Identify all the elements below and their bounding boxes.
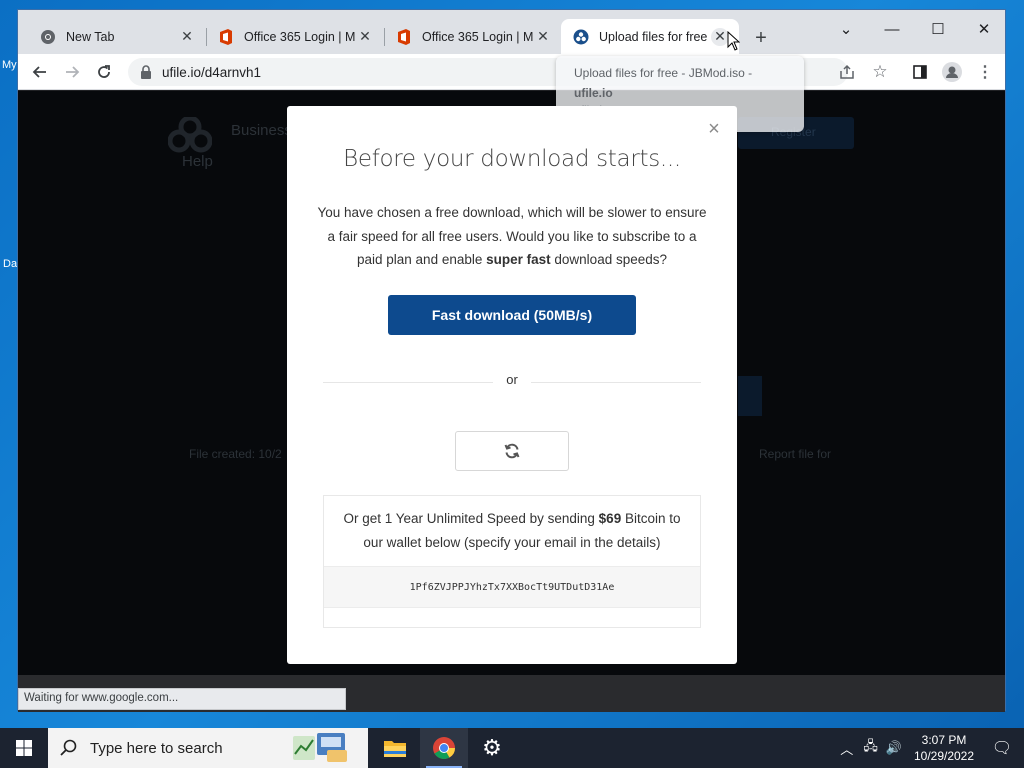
folder-icon: [384, 741, 406, 757]
ufile-logo-icon: [168, 117, 212, 153]
avatar-icon: [942, 62, 962, 82]
close-icon[interactable]: ✕: [178, 28, 196, 46]
refresh-icon: [504, 443, 520, 459]
wallet-address[interactable]: 1Pf6ZVJPPJYhzTx7XXBocTt9UTDutD31Ae: [324, 566, 700, 608]
share-icon: [840, 64, 854, 79]
back-button[interactable]: [26, 58, 54, 86]
bitcoin-offer-box: Or get 1 Year Unlimited Speed by sending…: [323, 495, 701, 628]
reload-button[interactable]: [90, 58, 118, 86]
desktop-icon-label[interactable]: My: [2, 59, 17, 71]
modal-text-bold: super fast: [486, 252, 551, 267]
gear-icon: ⚙: [482, 735, 502, 760]
tab-new-tab[interactable]: New Tab ✕: [28, 19, 206, 54]
bookmark-button[interactable]: ☆: [866, 58, 894, 86]
nav-help[interactable]: Help: [182, 153, 213, 170]
close-icon[interactable]: ×: [705, 118, 723, 140]
or-label: or: [506, 372, 518, 387]
tab-strip: New Tab ✕ Office 365 Login | Mi ✕ Office…: [18, 10, 1005, 54]
windows-icon: [16, 740, 32, 756]
start-button[interactable]: [0, 728, 48, 768]
search-highlight-icon: [293, 733, 347, 762]
settings-button[interactable]: ⚙: [468, 728, 516, 768]
desktop-icon-label[interactable]: Da: [3, 258, 17, 270]
lock-icon: [141, 65, 151, 79]
new-tab-button[interactable]: +: [749, 26, 773, 50]
divider: [531, 382, 701, 383]
modal-description: You have chosen a free download, which w…: [317, 201, 707, 272]
hover-card-title: Upload files for free - JBMod.iso -: [574, 66, 753, 80]
mouse-cursor-icon: [727, 31, 740, 51]
network-icon[interactable]: 🖧: [863, 737, 878, 759]
tab-upload-files[interactable]: Upload files for free ✕: [561, 19, 739, 54]
status-bubble: Waiting for www.google.com...: [18, 688, 346, 710]
modal-text-part: download speeds?: [550, 252, 667, 267]
url-text: ufile.io/d4arnvh1: [162, 64, 262, 80]
browser-toolbar: ufile.io/d4arnvh1 ☆ ⋮: [18, 54, 1005, 90]
tab-search-icon[interactable]: ⌄: [823, 14, 869, 44]
taskbar: Type here to search ⚙ ︿ 🖧 🔊 3:07 PM 10/2…: [0, 728, 1024, 768]
star-icon: ☆: [872, 62, 888, 81]
share-button[interactable]: [833, 58, 861, 86]
background-button: [738, 376, 762, 416]
profile-button[interactable]: [938, 58, 966, 86]
menu-button[interactable]: ⋮: [971, 58, 999, 86]
forward-button[interactable]: [58, 58, 86, 86]
chrome-icon: [40, 29, 56, 45]
clock-time: 3:07 PM: [921, 733, 967, 747]
hover-card-site: ufile.io: [574, 86, 613, 100]
reload-icon: [98, 65, 110, 78]
download-modal: × Before your download starts... You hav…: [287, 106, 737, 664]
close-window-button[interactable]: ✕: [961, 14, 1007, 44]
back-arrow-icon: [32, 66, 46, 78]
report-file-link[interactable]: Report file for: [759, 447, 831, 461]
clock-date: 10/29/2022: [913, 749, 975, 763]
taskbar-search[interactable]: Type here to search: [48, 728, 368, 768]
tab-office-login[interactable]: Office 365 Login | Mi ✕: [384, 19, 562, 54]
modal-heading: Before your download starts...: [343, 146, 681, 172]
chrome-icon: [433, 737, 455, 759]
tab-office-login[interactable]: Office 365 Login | Mi ✕: [206, 19, 384, 54]
free-download-button[interactable]: [455, 431, 569, 471]
notification-icon[interactable]: 🗨: [980, 738, 1024, 758]
bitcoin-price: $69: [598, 511, 622, 526]
tab-title: Office 365 Login | Mi: [244, 29, 356, 44]
chrome-taskbar-button[interactable]: [420, 728, 468, 768]
bitcoin-text-part: Or get 1 Year Unlimited Speed by sending: [343, 511, 599, 526]
bitcoin-offer-text: Or get 1 Year Unlimited Speed by sending…: [334, 507, 690, 555]
ufile-icon: [573, 29, 589, 45]
office-icon: [396, 28, 412, 45]
close-icon[interactable]: ✕: [356, 28, 374, 46]
clock[interactable]: 3:07 PM 10/29/2022: [908, 732, 980, 764]
office-icon: [218, 28, 234, 45]
tab-title: New Tab: [66, 29, 115, 44]
search-icon: [60, 739, 77, 756]
side-panel-icon: [913, 65, 927, 79]
search-placeholder: Type here to search: [90, 739, 223, 757]
close-icon[interactable]: ✕: [534, 28, 552, 46]
volume-icon[interactable]: 🔊: [886, 740, 902, 756]
file-created-text: File created: 10/2: [189, 447, 282, 461]
maximize-button[interactable]: ☐: [915, 14, 961, 44]
side-panel-button[interactable]: [906, 58, 934, 86]
forward-arrow-icon: [66, 66, 80, 78]
fast-download-button[interactable]: Fast download (50MB/s): [388, 295, 636, 335]
nav-business[interactable]: Business: [231, 122, 292, 139]
chevron-up-icon[interactable]: ︿: [840, 739, 853, 758]
tab-title: Office 365 Login | Mi: [422, 29, 534, 44]
system-tray: ︿ 🖧 🔊 3:07 PM 10/29/2022 🗨: [840, 728, 1024, 768]
minimize-button[interactable]: —: [869, 14, 915, 44]
tab-title: Upload files for free: [599, 29, 708, 44]
more-vert-icon: ⋮: [977, 64, 993, 81]
file-explorer-button[interactable]: [371, 728, 419, 768]
